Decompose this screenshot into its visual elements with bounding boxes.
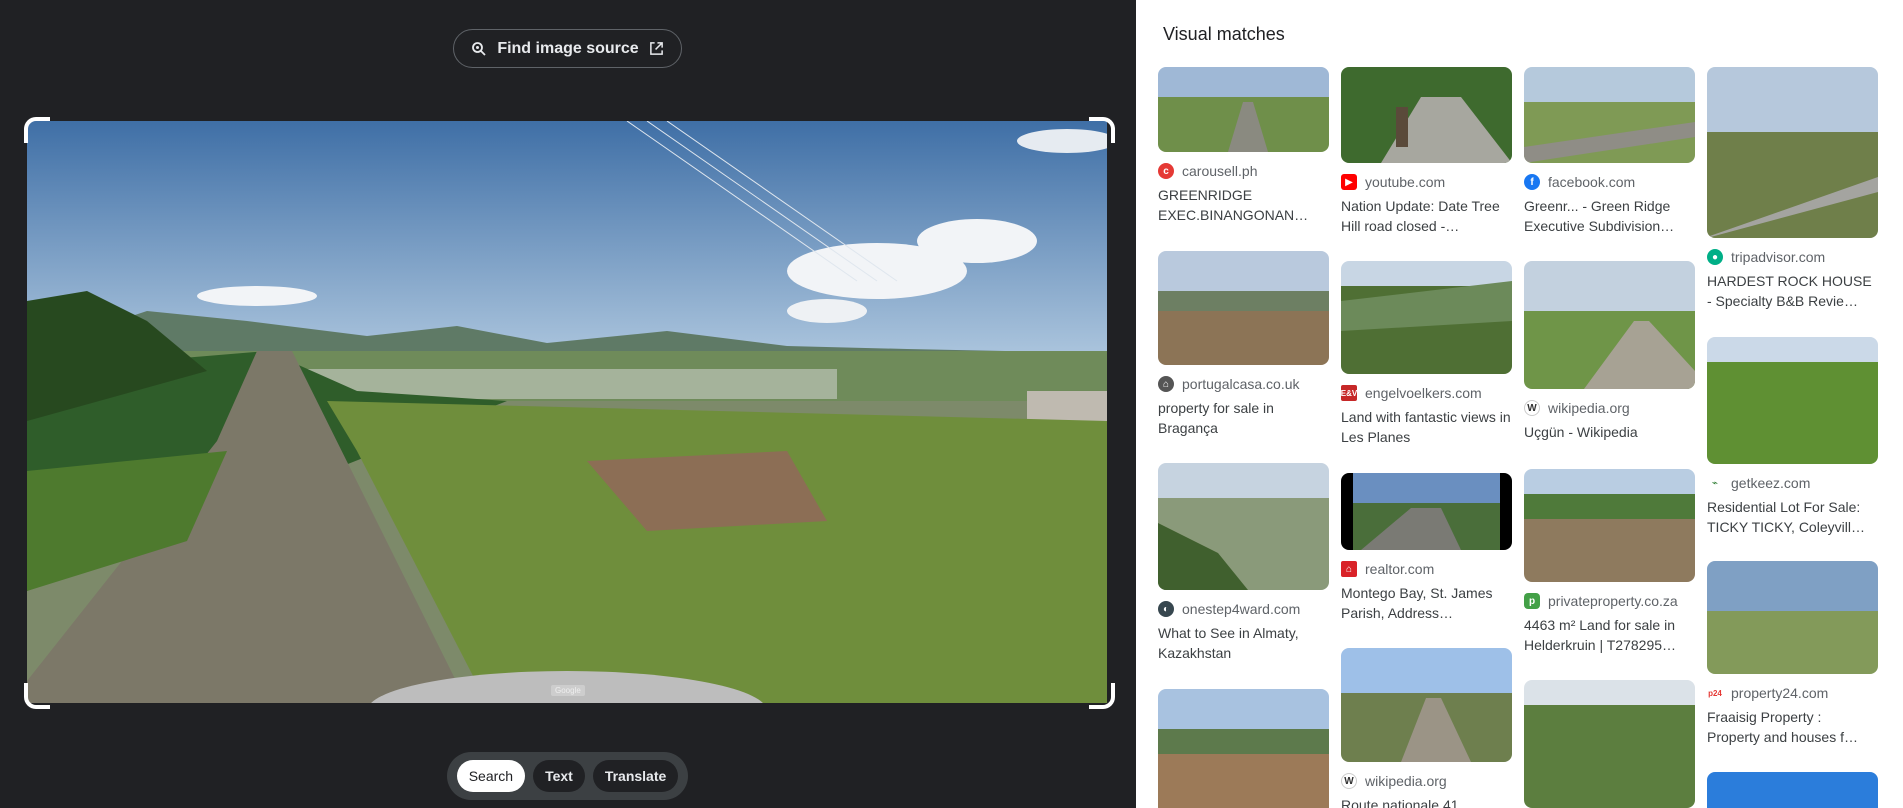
result-card[interactable]: ● tripadvisor.com HARDEST ROCK HOUSE - Sp… [1707,67,1878,311]
result-source: facebook.com [1548,174,1636,190]
result-title[interactable]: 4463 m² Land for sale in Helderkruin | T… [1524,615,1695,655]
house-icon: ⌂ [1158,376,1174,392]
result-source: engelvoelkers.com [1365,385,1482,401]
result-card[interactable]: c carousell.ph GREENRIDGE EXEC.BINANGONAN… [1158,67,1329,225]
result-title[interactable]: Nation Update: Date Tree Hill road close… [1341,196,1512,236]
mode-switcher: Search Text Translate [447,752,688,800]
result-source: youtube.com [1365,174,1446,190]
result-title[interactable]: Fraaisig Property : Property and houses … [1707,707,1878,747]
result-card[interactable]: f facebook.com Greenr... - Green Ridge Ex… [1524,67,1695,236]
result-source: tripadvisor.com [1731,249,1826,265]
result-card[interactable]: p24 property24.com Fraaisig Property : Pr… [1707,561,1878,747]
text-mode-tab[interactable]: Text [533,760,585,792]
result-source: privateproperty.co.za [1548,593,1678,609]
image-viewer-panel: Find image source Google Search Text Tra… [0,0,1136,808]
result-card[interactable] [1707,772,1878,808]
result-source: realtor.com [1365,561,1435,577]
result-source: getkeez.com [1731,475,1811,491]
result-source: wikipedia.org [1365,773,1447,789]
find-image-source-label: Find image source [497,39,639,57]
result-thumbnail[interactable] [1341,67,1512,163]
carousell-icon: c [1158,163,1174,179]
result-title[interactable]: Greenr... - Green Ridge Executive Subdiv… [1524,196,1695,236]
google-watermark: Google [551,685,585,696]
result-card[interactable] [1524,680,1695,808]
result-thumbnail[interactable] [1707,772,1878,808]
visual-matches-heading: Visual matches [1163,24,1285,44]
crop-handle-bottom-right[interactable] [1089,683,1115,709]
realtor-icon: ⌂ [1341,561,1357,577]
result-card[interactable]: ⌁ getkeez.com Residential Lot For Sale: T… [1707,337,1878,537]
result-thumbnail[interactable] [1524,680,1695,808]
result-source: onestep4ward.com [1182,601,1301,617]
result-thumbnail[interactable] [1341,473,1512,550]
result-thumbnail[interactable] [1158,463,1329,590]
result-title[interactable]: Montego Bay, St. James Parish, Address… [1341,583,1512,623]
ev-icon: E&V [1341,385,1357,401]
result-title[interactable]: GREENRIDGE EXEC.BINANGONAN… [1158,185,1329,225]
tripadvisor-icon: ● [1707,249,1723,265]
result-source: portugalcasa.co.uk [1182,376,1300,392]
result-title[interactable]: Uçgün - Wikipedia [1524,422,1695,442]
translate-mode-tab[interactable]: Translate [592,760,679,792]
result-thumbnail[interactable] [1158,689,1329,808]
result-card[interactable]: ⌂ portugalcasa.co.uk property for sale in… [1158,251,1329,438]
open-in-new-icon [649,41,664,56]
youtube-icon: ▶ [1341,174,1357,190]
find-image-source-button[interactable]: Find image source [453,29,682,68]
result-source: wikipedia.org [1548,400,1630,416]
result-card[interactable]: Wwikipedia.org Route nationale 41 [1341,648,1512,808]
query-image[interactable] [27,121,1107,703]
result-card[interactable]: ◐ onestep4ward.com What to See in Almaty,… [1158,463,1329,663]
result-source: property24.com [1731,685,1829,701]
result-thumbnail[interactable] [1158,251,1329,365]
result-thumbnail[interactable] [1341,648,1512,762]
globe-icon: ◐ [1158,601,1174,617]
property24-icon: p24 [1707,685,1723,701]
lens-search-icon [471,41,487,57]
search-mode-tab[interactable]: Search [456,760,526,792]
result-title[interactable]: Land with fantastic views in Les Planes [1341,407,1512,447]
crop-handle-bottom-left[interactable] [24,683,50,709]
result-thumbnail[interactable] [1707,67,1878,238]
result-card[interactable]: E&V engelvoelkers.com Land with fantastic… [1341,261,1512,447]
result-thumbnail[interactable] [1524,261,1695,389]
privateproperty-icon: p [1524,593,1540,609]
wikipedia-icon: W [1524,400,1540,416]
result-card[interactable]: Wwikipedia.org Uçgün - Wikipedia [1524,261,1695,442]
result-title[interactable]: HARDEST ROCK HOUSE - Specialty B&B Revie… [1707,271,1878,311]
result-title[interactable]: What to See in Almaty, Kazakhstan [1158,623,1329,663]
result-thumbnail[interactable] [1524,67,1695,163]
crop-handle-top-right[interactable] [1089,117,1115,143]
result-thumbnail[interactable] [1707,337,1878,464]
result-title[interactable]: Route nationale 41 [1341,795,1512,808]
keez-icon: ⌁ [1707,475,1723,491]
result-title[interactable]: property for sale in Bragança [1158,398,1329,438]
result-thumbnail[interactable] [1158,67,1329,152]
result-card[interactable]: ▶ youtube.com Nation Update: Date Tree Hi… [1341,67,1512,236]
crop-handle-top-left[interactable] [24,117,50,143]
result-source: carousell.ph [1182,163,1258,179]
wikipedia-icon: W [1341,773,1357,789]
result-thumbnail[interactable] [1341,261,1512,374]
result-card[interactable] [1158,689,1329,808]
result-thumbnail[interactable] [1707,561,1878,674]
result-card[interactable]: p privateproperty.co.za 4463 m² Land for … [1524,469,1695,655]
result-title[interactable]: Residential Lot For Sale: TICKY TICKY, C… [1707,497,1878,537]
results-panel: Visual matches c carousell.ph GREENRIDGE … [1136,0,1903,808]
result-card[interactable]: ⌂ realtor.com Montego Bay, St. James Pari… [1341,473,1512,623]
facebook-icon: f [1524,174,1540,190]
result-thumbnail[interactable] [1524,469,1695,582]
